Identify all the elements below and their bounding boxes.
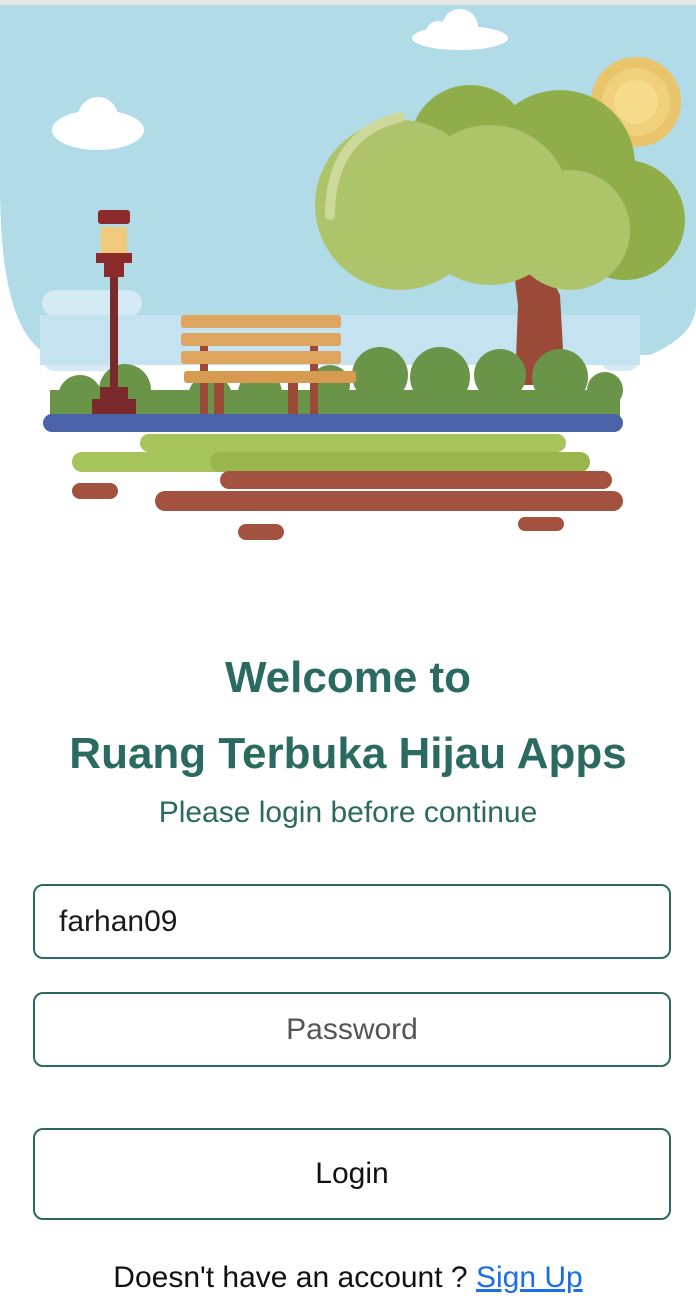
password-field[interactable] [33,992,671,1067]
welcome-line-2: Ruang Terbuka Hijau Apps [69,729,627,778]
hero-illustration [0,5,696,565]
signup-prompt-text: Doesn't have an account ? [113,1261,468,1294]
water-strip [43,414,623,432]
login-button[interactable]: Login [33,1128,671,1220]
signup-prompt: Doesn't have an account ? Sign Up [0,1258,696,1298]
signup-link[interactable]: Sign Up [476,1261,583,1294]
grass-strips [72,434,590,472]
welcome-line-1: Welcome to [224,653,472,702]
soil-strips [72,471,623,540]
username-field[interactable] [33,884,671,959]
welcome-title: Welcome to Ruang Terbuka Hijau Apps [0,640,696,792]
login-subtitle: Please login before continue [158,796,538,829]
